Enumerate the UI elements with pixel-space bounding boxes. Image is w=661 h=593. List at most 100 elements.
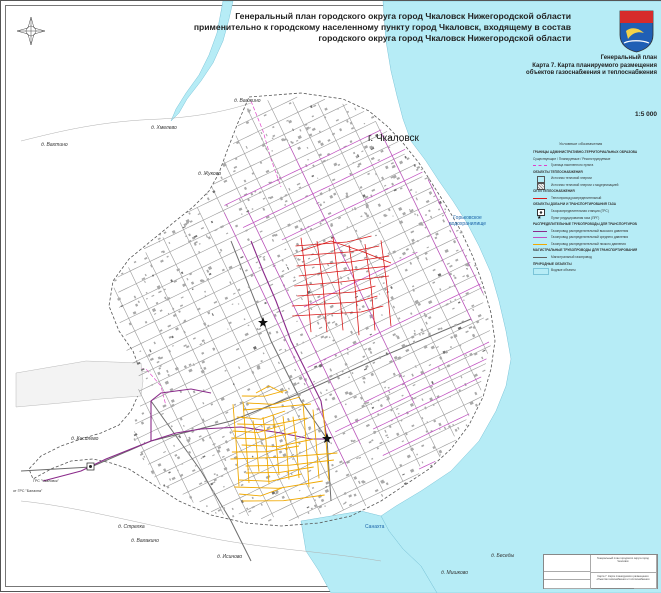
gas-pipe-low <box>245 466 314 474</box>
building <box>392 372 396 376</box>
title-line-3: городского округа город Чкаловск Нижегор… <box>318 33 571 43</box>
building <box>369 333 372 336</box>
building <box>262 258 266 261</box>
building <box>248 510 252 513</box>
building <box>358 480 361 484</box>
building <box>351 371 354 375</box>
building <box>465 353 468 357</box>
building <box>409 402 414 407</box>
building <box>435 346 439 349</box>
building <box>284 203 287 206</box>
building <box>284 199 288 203</box>
building <box>409 208 412 212</box>
building <box>317 494 322 499</box>
building <box>258 266 261 269</box>
legend-item-label: Газораспределительная станция (ГРС) <box>551 209 609 214</box>
building <box>262 352 265 355</box>
building <box>258 327 262 331</box>
building <box>205 193 208 196</box>
building <box>160 412 164 416</box>
building <box>117 297 122 301</box>
building <box>406 157 410 161</box>
building <box>324 107 328 111</box>
building <box>153 341 156 345</box>
building <box>299 333 304 337</box>
building <box>353 476 358 480</box>
building <box>405 348 410 353</box>
building <box>214 511 217 514</box>
building <box>178 310 181 313</box>
building <box>482 349 486 352</box>
building <box>468 325 473 330</box>
building <box>331 396 336 401</box>
building <box>255 261 259 264</box>
building <box>380 493 384 497</box>
building <box>327 139 331 142</box>
building <box>413 332 417 336</box>
building <box>433 195 436 198</box>
building <box>251 455 254 458</box>
building <box>213 478 217 482</box>
building <box>145 377 148 380</box>
building <box>349 503 352 507</box>
building <box>361 305 365 309</box>
building <box>311 266 315 269</box>
building <box>444 249 449 254</box>
building <box>251 496 254 500</box>
building <box>163 231 167 235</box>
building <box>196 307 201 311</box>
building <box>469 401 474 406</box>
building <box>285 263 288 267</box>
street-line <box>162 237 299 519</box>
building <box>390 408 393 412</box>
building <box>446 262 450 265</box>
legend-swatch <box>533 237 547 239</box>
building <box>452 307 455 310</box>
building <box>396 432 400 437</box>
building <box>212 454 215 457</box>
building <box>387 251 391 255</box>
building <box>351 126 355 130</box>
building <box>405 248 409 251</box>
building <box>216 449 221 454</box>
building <box>390 286 393 290</box>
building <box>201 418 205 422</box>
stamp-cell <box>544 571 591 580</box>
building <box>485 318 489 321</box>
building <box>135 303 139 307</box>
building <box>225 411 229 414</box>
gas-pipe-low <box>241 389 288 397</box>
building <box>370 372 375 377</box>
building <box>241 213 243 216</box>
building <box>173 444 176 447</box>
building <box>431 381 434 385</box>
building <box>284 348 287 352</box>
building <box>432 281 436 284</box>
building <box>213 473 216 476</box>
gas-pipe-medium <box>288 144 415 404</box>
building <box>416 214 419 217</box>
title-line-2: применительно к городскому населенному п… <box>193 22 571 32</box>
gas-pipe-medium <box>223 212 348 467</box>
building <box>260 503 263 506</box>
building <box>359 396 364 400</box>
building <box>318 326 323 330</box>
building <box>274 233 278 237</box>
building <box>421 398 424 402</box>
settlement-label: д. Мишково <box>441 570 469 576</box>
building <box>415 191 417 193</box>
building <box>443 426 447 430</box>
building <box>260 131 263 135</box>
building <box>381 314 383 316</box>
river-label: Санахта <box>365 524 385 530</box>
building <box>175 327 179 331</box>
building <box>361 404 366 408</box>
settlement-label: д. Исиново <box>217 554 243 560</box>
settlement-label: д. Беседы <box>491 553 515 559</box>
building <box>359 186 363 189</box>
building <box>398 317 401 320</box>
building <box>309 227 313 231</box>
building <box>397 412 400 415</box>
building <box>258 255 262 258</box>
building <box>176 456 181 460</box>
